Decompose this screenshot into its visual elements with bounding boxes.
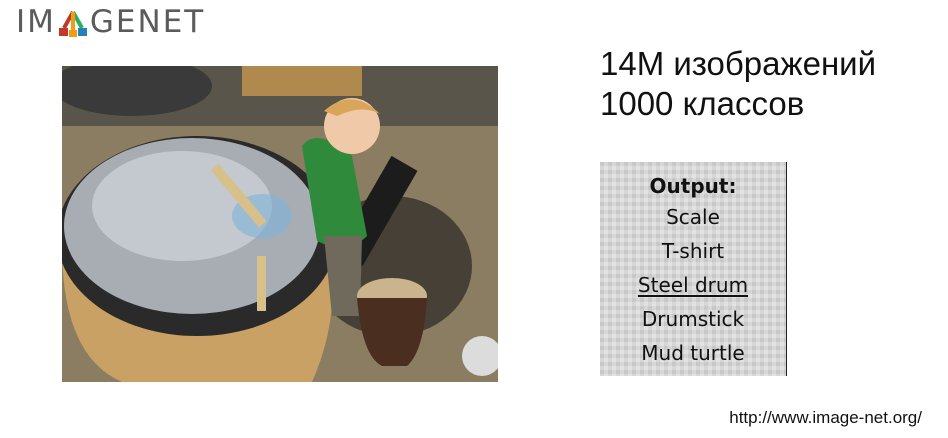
- logo-tree-icon: [58, 6, 87, 38]
- output-item: Mud turtle: [641, 341, 745, 365]
- stat-classes: 1000 классов: [600, 85, 805, 122]
- imagenet-logo: IM GENET: [16, 4, 205, 40]
- logo-text-left: IM: [16, 4, 56, 40]
- logo-text-right: GENET: [89, 4, 206, 40]
- output-item-correct: Steel drum: [637, 273, 749, 297]
- output-item: Scale: [666, 205, 720, 229]
- dataset-stats: 14M изображений 1000 классов: [600, 44, 876, 124]
- output-item: Drumstick: [641, 307, 745, 331]
- output-title: Output:: [649, 174, 737, 198]
- source-url[interactable]: http://www.image-net.org/: [729, 408, 922, 428]
- output-item: T-shirt: [661, 239, 725, 263]
- output-panel: Output: Scale T-shirt Steel drum Drumsti…: [600, 162, 787, 376]
- steel-drum-photo: [62, 66, 498, 382]
- stat-images: 14M изображений: [600, 45, 877, 82]
